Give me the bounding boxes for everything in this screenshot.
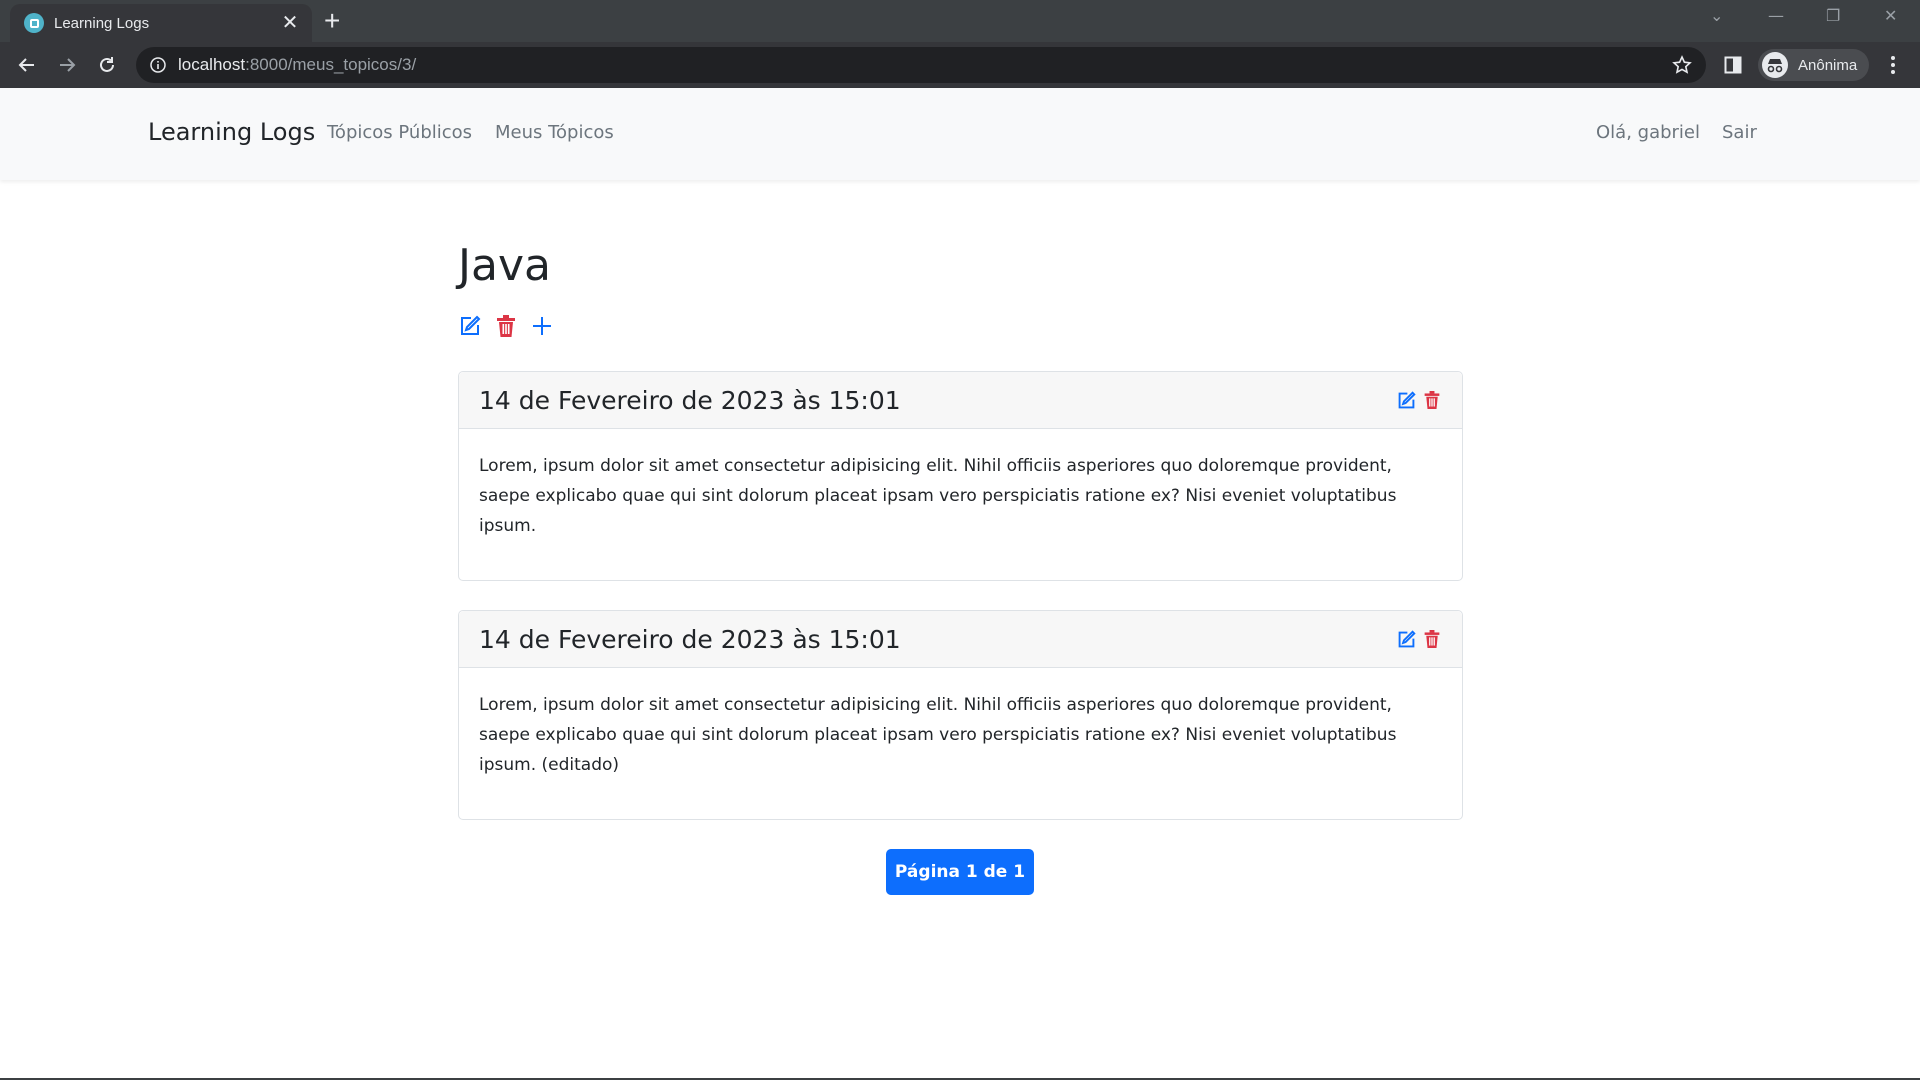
entry-card: 14 de Fevereiro de 2023 às 15:01 Lorem, … — [458, 610, 1463, 820]
side-panel-button[interactable] — [1716, 48, 1750, 82]
address-bar[interactable]: localhost:8000/meus_topicos/3/ — [136, 47, 1706, 83]
entry-text: Lorem, ipsum dolor sit amet consectetur … — [479, 695, 1397, 775]
entry-card-header: 14 de Fevereiro de 2023 às 15:01 — [459, 372, 1462, 429]
entry-actions — [1396, 629, 1442, 649]
incognito-icon — [1762, 52, 1788, 78]
info-icon[interactable] — [150, 57, 166, 73]
incognito-profile[interactable]: Anônima — [1758, 49, 1870, 81]
reload-icon — [100, 57, 114, 72]
tab-title: Learning Logs — [54, 14, 150, 32]
tab-close-icon[interactable]: ✕ — [280, 13, 300, 33]
edit-entry-icon[interactable] — [1396, 629, 1416, 649]
side-panel-icon — [1724, 56, 1742, 74]
delete-topic-icon[interactable] — [494, 314, 518, 338]
entry-card-header: 14 de Fevereiro de 2023 às 15:01 — [459, 611, 1462, 668]
browser-tabbar: Learning Logs ✕ + ⌄ — ❐ ✕ — [0, 0, 1920, 42]
entry-date: 14 de Fevereiro de 2023 às 15:01 — [479, 385, 901, 415]
close-window-icon[interactable]: ✕ — [1884, 6, 1897, 25]
url-text: localhost:8000/meus_topicos/3/ — [178, 55, 417, 74]
site-navbar: Learning Logs Tópicos Públicos Meus Tópi… — [0, 88, 1920, 180]
favicon-icon — [24, 13, 44, 33]
minimize-icon[interactable]: — — [1768, 6, 1784, 25]
forward-arrow-icon — [60, 58, 76, 72]
profile-label: Anônima — [1798, 56, 1858, 74]
entry-card: 14 de Fevereiro de 2023 às 15:01 Lorem, … — [458, 371, 1463, 581]
entry-text: Lorem, ipsum dolor sit amet consectetur … — [479, 456, 1397, 536]
delete-entry-icon[interactable] — [1422, 629, 1442, 649]
user-greeting[interactable]: Olá, gabriel — [1596, 122, 1700, 143]
entry-date: 14 de Fevereiro de 2023 às 15:01 — [479, 624, 901, 654]
browser-menu-button[interactable] — [1876, 48, 1910, 82]
bookmark-star-icon[interactable] — [1672, 55, 1692, 75]
nav-link-my-topics[interactable]: Meus Tópicos — [495, 122, 614, 143]
kebab-menu-icon — [1891, 56, 1895, 74]
logout-link[interactable]: Sair — [1722, 122, 1757, 143]
browser-tab[interactable]: Learning Logs ✕ — [10, 4, 312, 42]
nav-link-public-topics[interactable]: Tópicos Públicos — [327, 122, 472, 143]
edit-topic-icon[interactable] — [458, 314, 482, 338]
forward-button[interactable] — [50, 48, 84, 82]
entry-actions — [1396, 390, 1442, 410]
pagination-button[interactable]: Página 1 de 1 — [886, 849, 1034, 895]
edit-entry-icon[interactable] — [1396, 390, 1416, 410]
reload-button[interactable] — [90, 48, 124, 82]
add-entry-icon[interactable] — [530, 314, 554, 338]
back-button[interactable] — [10, 48, 44, 82]
site-brand[interactable]: Learning Logs — [148, 118, 315, 146]
new-tab-button[interactable]: + — [324, 7, 340, 35]
back-arrow-icon — [18, 58, 34, 72]
restore-icon[interactable]: ❐ — [1826, 6, 1840, 25]
topic-actions — [458, 314, 554, 338]
delete-entry-icon[interactable] — [1422, 390, 1442, 410]
tab-search-icon[interactable]: ⌄ — [1710, 6, 1723, 25]
page-title: Java — [458, 240, 551, 291]
browser-toolbar: localhost:8000/meus_topicos/3/ Anônima — [0, 42, 1920, 88]
